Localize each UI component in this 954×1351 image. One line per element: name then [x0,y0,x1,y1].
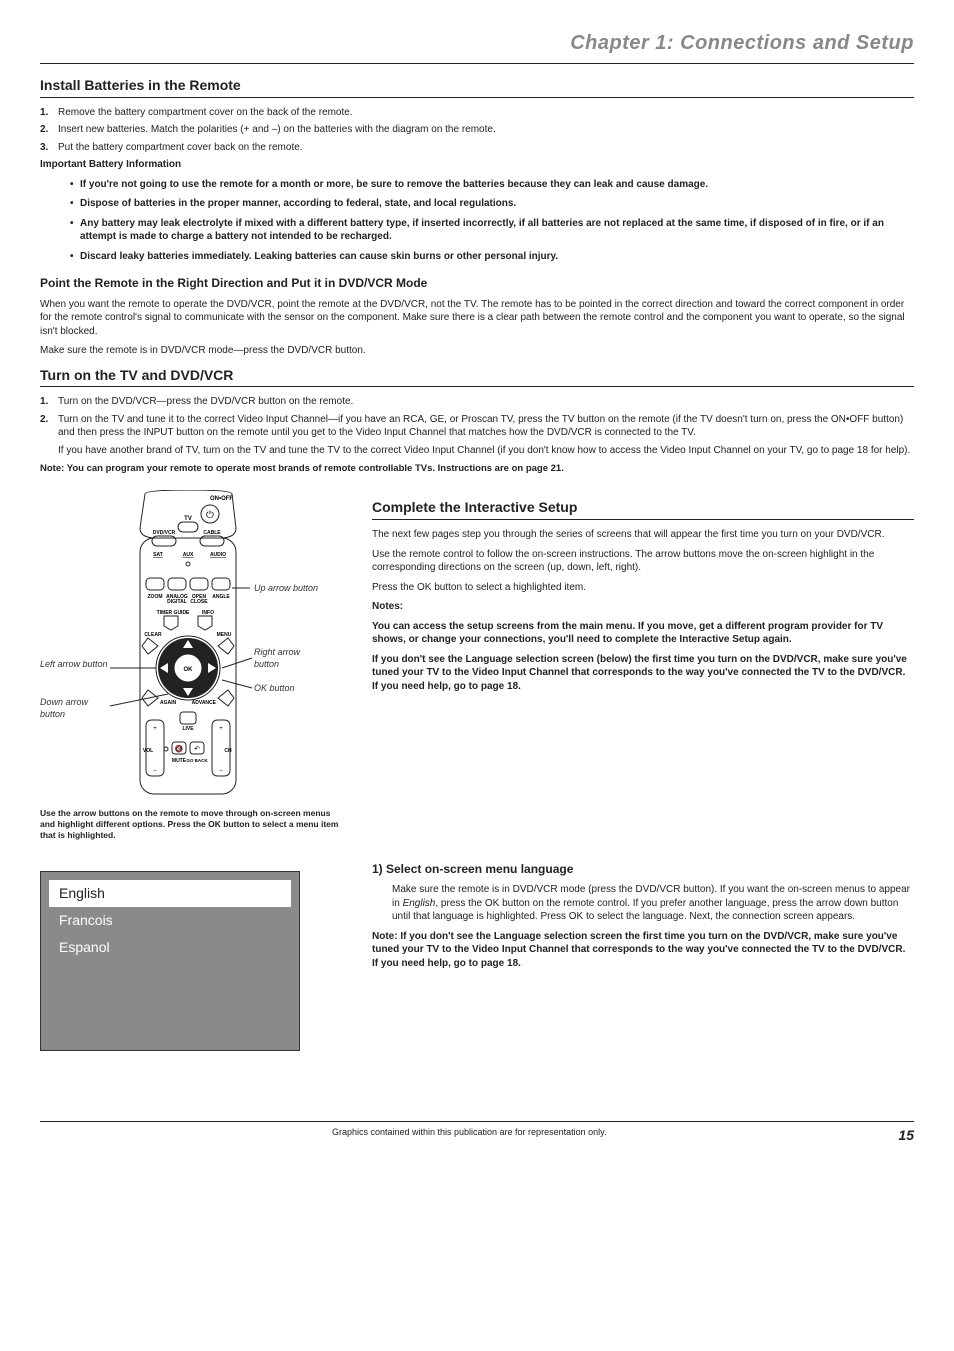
list-item: Any battery may leak electrolyte if mixe… [70,217,914,244]
callout-down-arrow: Down arrow button [40,696,110,720]
svg-text:VOL: VOL [143,748,153,754]
setup-note: If you don't see the Language selection … [372,653,914,694]
svg-text:TIMER GUIDE: TIMER GUIDE [157,610,190,616]
svg-text:AUX: AUX [183,552,194,558]
language-selection-screen: English Francois Espanol [40,871,300,1051]
step-text: Put the battery compartment cover back o… [58,142,303,153]
chapter-title: Chapter 1: Connections and Setup [40,30,914,64]
svg-text:MENU: MENU [217,632,232,638]
svg-text:ADVANCE: ADVANCE [192,700,217,706]
battery-steps: 1.Remove the battery compartment cover o… [40,106,914,155]
heading-select-language: 1) Select on-screen menu language [372,861,914,877]
label-onoff: ON•OFF [210,496,233,502]
heading-point-remote: Point the Remote in the Right Direction … [40,275,914,291]
language-option-espanol[interactable]: Espanol [49,934,291,961]
svg-text:🔇: 🔇 [175,744,184,753]
remote-caption: Use the arrow buttons on the remote to m… [40,808,340,841]
setup-note: You can access the setup screens from th… [372,620,914,647]
list-item: 1.Remove the battery compartment cover o… [40,106,914,120]
notes-label: Notes: [372,600,914,614]
svg-text:CLOSE: CLOSE [190,599,208,605]
page-number: 15 [898,1126,914,1145]
svg-text:CLEAR: CLEAR [144,632,162,638]
svg-text:+: + [219,726,223,732]
battery-info-heading: Important Battery Information [40,158,914,172]
callout-up-arrow: Up arrow button [254,582,318,594]
body-text: When you want the remote to operate the … [40,298,914,339]
list-item: 2.Insert new batteries. Match the polari… [40,123,914,137]
language-option-francois[interactable]: Francois [49,907,291,934]
body-text: The next few pages step you through the … [372,528,914,542]
language-option-english[interactable]: English [49,880,291,907]
battery-bullets: If you're not going to use the remote fo… [70,178,914,264]
page-footer: Graphics contained within this publicati… [40,1121,914,1145]
svg-text:SAT: SAT [153,552,163,558]
callout-left-arrow: Left arrow button [40,658,110,670]
list-item: 3.Put the battery compartment cover back… [40,141,914,155]
program-note: Note: You can program your remote to ope… [40,463,914,476]
body-text: Use the remote control to follow the on-… [372,548,914,575]
body-text: Make sure the remote is in DVD/VCR mode—… [40,344,914,358]
step-text: Remove the battery compartment cover on … [58,107,353,118]
svg-text:LIVE: LIVE [182,726,194,732]
heading-complete-setup: Complete the Interactive Setup [372,498,914,520]
svg-text:INFO: INFO [202,610,214,616]
list-item: Discard leaky batteries immediately. Lea… [70,250,914,264]
body-text: Make sure the remote is in DVD/VCR mode … [392,883,914,924]
heading-install-batteries: Install Batteries in the Remote [40,76,914,98]
list-item: If you're not going to use the remote fo… [70,178,914,192]
list-item: 1.Turn on the DVD/VCR—press the DVD/VCR … [40,395,914,409]
callout-ok: OK button [254,682,295,694]
text-emphasis: English [403,898,436,909]
step-text: Turn on the DVD/VCR—press the DVD/VCR bu… [58,396,353,407]
svg-text:TV: TV [184,516,192,522]
svg-text:ANGLE: ANGLE [212,594,230,600]
list-item: Dispose of batteries in the proper manne… [70,197,914,211]
svg-text:AUDIO: AUDIO [210,552,226,558]
svg-text:AGAIN: AGAIN [160,700,177,706]
heading-turn-on: Turn on the TV and DVD/VCR [40,366,914,388]
body-text: Press the OK button to select a highligh… [372,581,914,595]
svg-text:MUTE: MUTE [172,758,187,764]
svg-text:DIGITAL: DIGITAL [167,599,187,605]
svg-text:ZOOM: ZOOM [148,594,163,600]
svg-text:↶: ↶ [194,746,200,753]
language-note: Note: If you don't see the Language sele… [372,930,914,971]
step-text: Insert new batteries. Match the polariti… [58,124,496,135]
list-item: 2.Turn on the TV and tune it to the corr… [40,413,914,440]
body-text: If you have another brand of TV, turn on… [58,444,914,458]
turn-on-steps: 1.Turn on the DVD/VCR—press the DVD/VCR … [40,395,914,440]
svg-text:CH: CH [224,748,232,754]
svg-text:GO BACK: GO BACK [186,758,208,763]
text-fragment: , press the OK button on the remote cont… [392,898,898,923]
svg-text:+: + [153,726,157,732]
svg-text:DVD/VCR: DVD/VCR [153,530,176,536]
step-text: Turn on the TV and tune it to the correc… [58,414,903,439]
footer-text: Graphics contained within this publicati… [332,1126,607,1145]
remote-diagram: ON•OFF ⏻ TV DVD/VCR CABLE SAT AUX AUDIO [40,490,340,800]
callout-right-arrow: Right arrow button [254,646,324,670]
svg-text:⏻: ⏻ [206,510,214,521]
svg-text:CABLE: CABLE [203,530,221,536]
svg-text:OK: OK [184,667,194,673]
